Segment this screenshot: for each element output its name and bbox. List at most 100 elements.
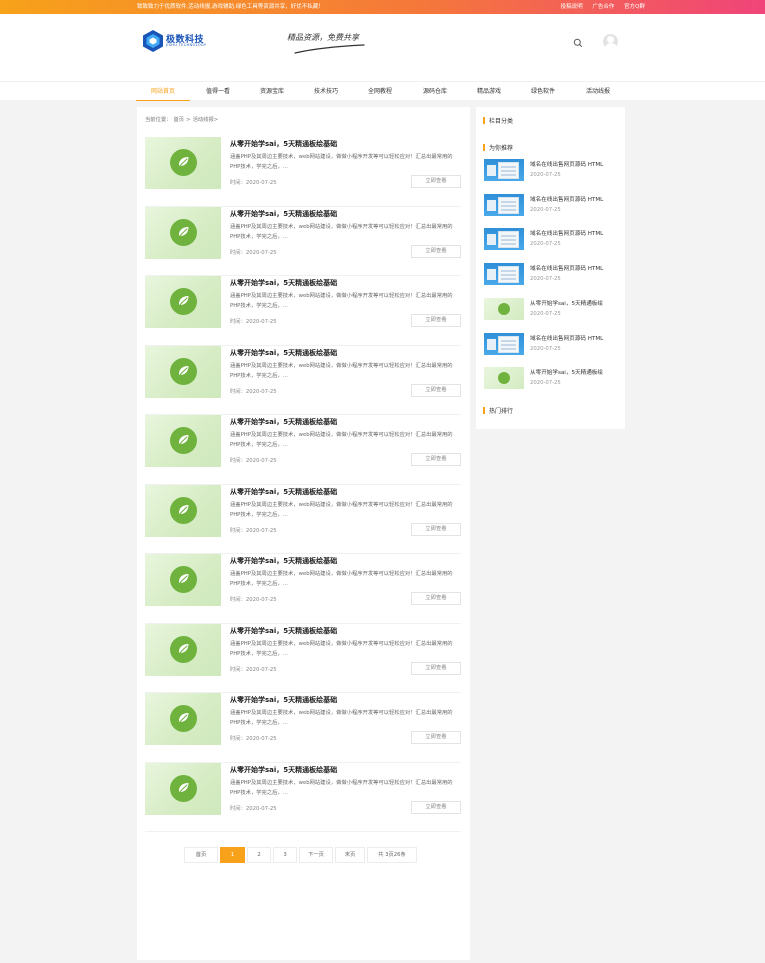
post-thumbnail[interactable] — [145, 276, 221, 328]
recommend-item[interactable]: 域名在线出售网页源码 HTML 2020-07-25 — [484, 159, 624, 183]
post-thumbnail[interactable] — [145, 415, 221, 467]
page-current[interactable]: 1 — [220, 847, 245, 863]
view-now-button[interactable]: 立即查看 — [411, 800, 461, 814]
nav-item-home[interactable]: 网站首页 — [136, 82, 190, 101]
recommend-item[interactable]: 从零开始学sai，5天精通板绘 2020-07-25 — [484, 297, 624, 322]
view-now-button[interactable]: 立即查看 — [411, 383, 461, 397]
post-title[interactable]: 从零开始学sai，5天精通板绘基础 — [230, 417, 337, 427]
recommend-title[interactable]: 域名在线出售网页源码 HTML — [530, 195, 603, 203]
nav-item-worth-seeing[interactable]: 值得一看 — [191, 82, 245, 101]
nav-item-resources[interactable]: 资源宝库 — [245, 82, 299, 101]
recommend-title[interactable]: 域名在线出售网页源码 HTML — [530, 160, 603, 168]
recommend-item[interactable]: 域名在线出售网页源码 HTML 2020-07-25 — [484, 193, 624, 218]
nav-item-deals[interactable]: 活动线报 — [571, 82, 625, 101]
post-item[interactable]: 从零开始学sai，5天精通板绘基础 涵盖PHP及其周边主要技术，web网站建设，做… — [145, 484, 461, 554]
recommend-item[interactable]: 域名在线出售网页源码 HTML 2020-07-25 — [484, 228, 624, 252]
page-first-button[interactable]: 首页 — [184, 847, 218, 863]
post-thumbnail[interactable] — [145, 137, 221, 189]
breadcrumb: 当前位置： 首页 > 活动线报> — [145, 115, 220, 123]
leaf-icon — [177, 365, 189, 378]
post-title[interactable]: 从零开始学sai，5天精通板绘基础 — [230, 626, 337, 636]
post-thumbnail[interactable] — [145, 206, 221, 259]
post-item[interactable]: 从零开始学sai，5天精通板绘基础 涵盖PHP及其周边主要技术，web网站建设，做… — [145, 137, 461, 207]
page-2-button[interactable]: 2 — [247, 847, 271, 863]
recommend-thumbnail[interactable] — [484, 193, 524, 216]
nav-item-tutorials[interactable]: 全网教程 — [353, 82, 407, 101]
view-now-button[interactable]: 立即查看 — [411, 731, 461, 744]
sidebar-hot-title: 热门排行 — [483, 406, 513, 415]
recommend-title[interactable]: 域名在线出售网页源码 HTML — [530, 264, 603, 272]
post-title[interactable]: 从零开始学sai，5天精通板绘基础 — [230, 765, 337, 775]
post-time: 时间：2020-07-25 — [230, 388, 277, 395]
post-time: 时间：2020-07-25 — [230, 319, 277, 325]
post-title[interactable]: 从零开始学sai，5天精通板绘基础 — [230, 695, 337, 705]
search-icon[interactable] — [573, 38, 583, 48]
recommend-title[interactable]: 域名在线出售网页源码 HTML — [530, 229, 603, 237]
post-item[interactable]: 从零开始学sai，5天精通板绘基础 涵盖PHP及其周边主要技术，web网站建设，做… — [145, 554, 461, 624]
recommend-thumbnail[interactable] — [484, 297, 524, 320]
post-title[interactable]: 从零开始学sai，5天精通板绘基础 — [230, 348, 337, 358]
recommend-title[interactable]: 从零开始学sai，5天精通板绘 — [530, 299, 603, 307]
view-now-button[interactable]: 立即查看 — [411, 661, 461, 675]
recommend-thumbnail[interactable] — [484, 159, 524, 181]
nav-item-software[interactable]: 绿色软件 — [516, 82, 570, 101]
nav-item-source-code[interactable]: 源码仓库 — [408, 82, 462, 101]
top-link-submit[interactable]: 投稿说明 — [561, 4, 583, 10]
sidebar-recommend-title: 为你推荐 — [483, 143, 513, 152]
post-item[interactable]: 从零开始学sai，5天精通板绘基础 涵盖PHP及其周边主要技术，web网站建设，做… — [145, 415, 461, 485]
top-link-ads[interactable]: 广告合作 — [592, 4, 614, 10]
post-thumbnail[interactable] — [145, 693, 221, 745]
post-item[interactable]: 从零开始学sai，5天精通板绘基础 涵盖PHP及其周边主要技术，web网站建设，做… — [145, 206, 461, 276]
leaf-icon — [177, 157, 189, 169]
view-now-button[interactable]: 立即查看 — [411, 522, 461, 536]
recommend-thumbnail[interactable] — [484, 228, 524, 251]
post-thumbnail[interactable] — [145, 484, 221, 537]
page-next-button[interactable]: 下一页 — [299, 847, 333, 863]
post-title[interactable]: 从零开始学sai，5天精通板绘基础 — [230, 278, 337, 288]
post-item[interactable]: 从零开始学sai，5天精通板绘基础 涵盖PHP及其周边主要技术，web网站建设，做… — [145, 693, 461, 763]
post-title[interactable]: 从零开始学sai，5天精通板绘基础 — [230, 139, 337, 149]
recommend-date: 2020-07-25 — [530, 241, 561, 248]
recommend-title[interactable]: 域名在线出售网页源码 HTML — [530, 334, 603, 342]
post-thumbnail[interactable] — [145, 554, 221, 606]
recommend-thumbnail[interactable] — [484, 263, 524, 286]
logo-hexagon-icon — [143, 30, 163, 52]
view-now-button[interactable]: 立即查看 — [411, 175, 461, 188]
leaf-icon — [177, 435, 189, 447]
post-thumbnail[interactable] — [145, 345, 221, 398]
view-now-button[interactable]: 立即查看 — [411, 244, 461, 258]
page-3-button[interactable]: 3 — [273, 847, 297, 863]
post-title[interactable]: 从零开始学sai，5天精通板绘基础 — [230, 209, 337, 219]
post-title[interactable]: 从零开始学sai，5天精通板绘基础 — [230, 556, 337, 566]
view-now-button[interactable]: 立即查看 — [411, 453, 461, 466]
top-link-qq-group[interactable]: 官方Q群 — [624, 4, 645, 10]
main-nav: 网站首页 值得一看 资源宝库 技术技巧 全网教程 源码仓库 精品游戏 绿色软件 … — [0, 81, 765, 101]
recommend-item[interactable]: 从零开始学sai，5天精通板绘 2020-07-25 — [484, 367, 624, 391]
view-now-button[interactable]: 立即查看 — [411, 314, 461, 327]
recommend-thumbnail[interactable] — [484, 332, 524, 355]
page-last-button[interactable]: 末页 — [335, 847, 365, 863]
recommend-title[interactable]: 从零开始学sai，5天精通板绘 — [530, 368, 603, 376]
breadcrumb-current[interactable]: 活动线报> — [193, 117, 219, 123]
recommend-item[interactable]: 域名在线出售网页源码 HTML 2020-07-25 — [484, 263, 624, 287]
leaf-icon — [177, 504, 189, 517]
post-item[interactable]: 从零开始学sai，5天精通板绘基础 涵盖PHP及其周边主要技术，web网站建设，做… — [145, 762, 461, 832]
post-item[interactable]: 从零开始学sai，5天精通板绘基础 涵盖PHP及其周边主要技术，web网站建设，做… — [145, 276, 461, 346]
recommend-thumbnail[interactable] — [484, 367, 524, 390]
nav-item-games[interactable]: 精品游戏 — [462, 82, 516, 101]
breadcrumb-home[interactable]: 首页 — [174, 117, 185, 123]
view-now-button[interactable]: 立即查看 — [411, 592, 461, 605]
recommend-item[interactable]: 域名在线出售网页源码 HTML 2020-07-25 — [484, 332, 624, 357]
leaf-icon — [177, 713, 189, 725]
user-avatar-icon[interactable] — [603, 34, 618, 49]
site-header: 极数科技 JISHU TECHNOLOGY 精品资源，免费共享 网站首页 值得一… — [0, 14, 765, 101]
leaf-icon — [177, 643, 189, 656]
post-title[interactable]: 从零开始学sai，5天精通板绘基础 — [230, 487, 337, 497]
post-item[interactable]: 从零开始学sai，5天精通板绘基础 涵盖PHP及其周边主要技术，web网站建设，做… — [145, 345, 461, 415]
breadcrumb-prefix: 当前位置： — [145, 117, 172, 123]
post-thumbnail[interactable] — [145, 762, 221, 815]
post-item[interactable]: 从零开始学sai，5天精通板绘基础 涵盖PHP及其周边主要技术，web网站建设，做… — [145, 623, 461, 693]
post-thumbnail[interactable] — [145, 623, 221, 676]
nav-item-tech-tips[interactable]: 技术技巧 — [299, 82, 353, 101]
post-time: 时间：2020-07-25 — [230, 805, 277, 812]
